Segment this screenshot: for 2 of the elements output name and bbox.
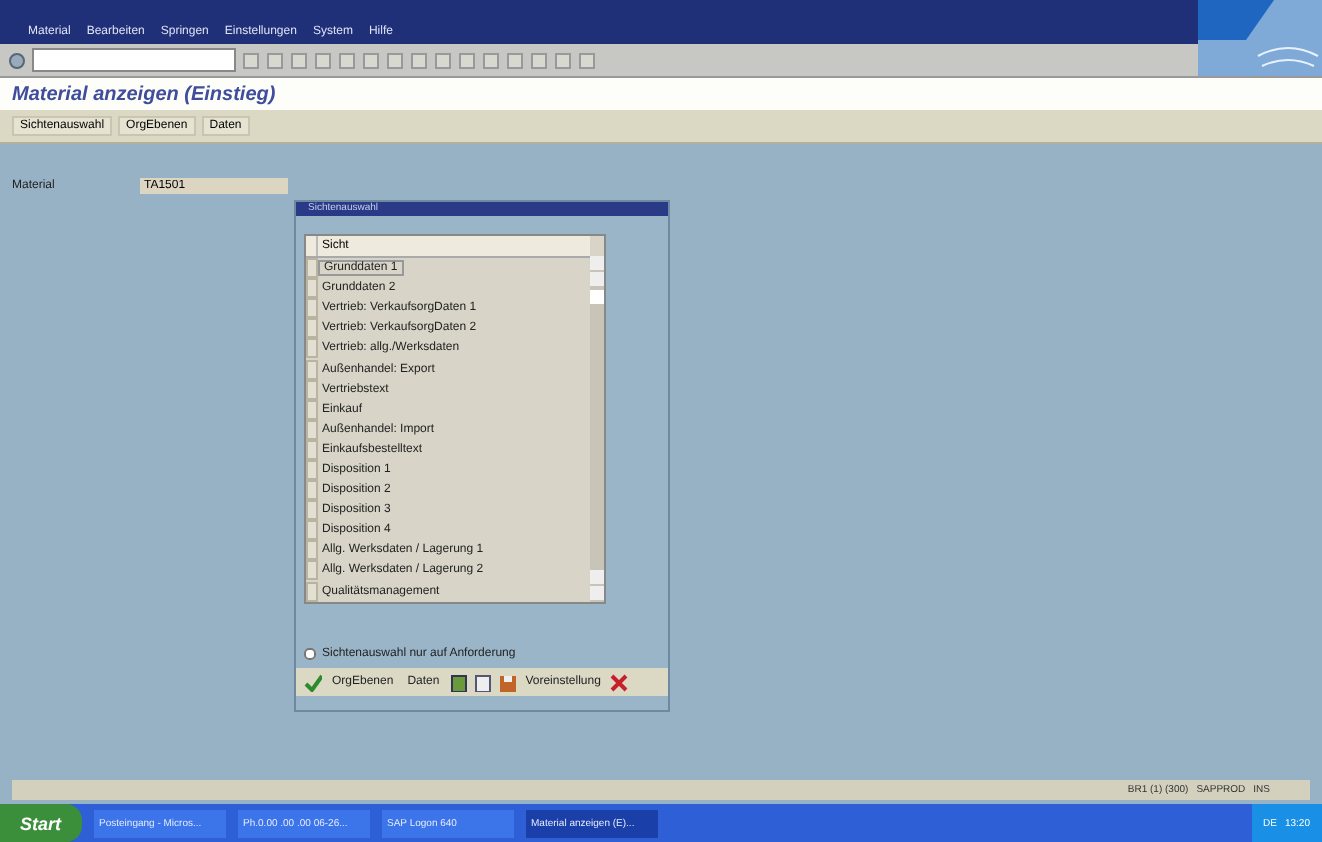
screen-title: Material anzeigen (Einstieg) [0,78,1322,110]
start-button[interactable]: Start [0,804,82,842]
